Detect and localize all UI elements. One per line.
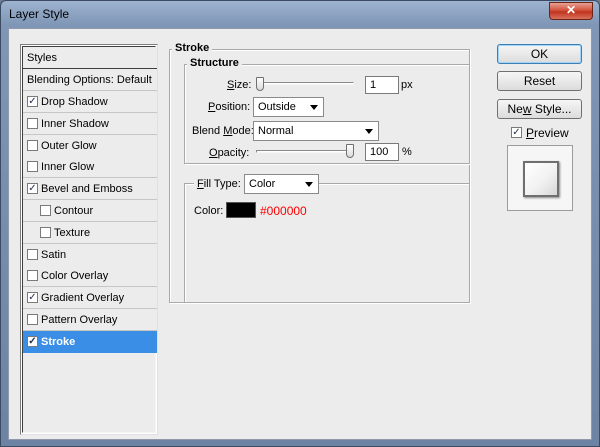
style-item-label: Stroke xyxy=(41,335,76,348)
style-item-contour[interactable]: Contour xyxy=(23,200,157,222)
style-item-pattern-overlay[interactable]: Pattern Overlay xyxy=(23,309,157,331)
color-label: Color: xyxy=(194,205,224,217)
opacity-input[interactable] xyxy=(365,143,399,161)
blending-options-item[interactable]: Blending Options: Default xyxy=(23,69,157,91)
preview-label-rest: review xyxy=(534,126,569,140)
checkbox[interactable] xyxy=(40,205,51,216)
style-item-gradient-overlay[interactable]: ✓ Gradient Overlay xyxy=(23,287,157,310)
dialog-body: Styles Blending Options: Default ✓ Drop S… xyxy=(8,28,592,440)
blend-mode-value: Normal xyxy=(258,125,294,137)
checkbox[interactable]: ✓ xyxy=(27,183,38,195)
style-item-stroke[interactable]: ✓ Stroke xyxy=(23,330,157,353)
close-icon: ✕ xyxy=(565,3,577,17)
style-item-texture[interactable]: Texture xyxy=(23,221,157,244)
size-label-rest: ize: xyxy=(234,79,252,91)
checkbox[interactable] xyxy=(27,139,38,151)
position-select[interactable]: Outside xyxy=(253,97,324,117)
preview-label: Preview xyxy=(526,126,569,140)
style-item-label: Pattern Overlay xyxy=(41,314,118,326)
style-item-inner-shadow[interactable]: Inner Shadow xyxy=(23,112,157,135)
layer-style-dialog: Layer Style ✕ Styles Blending Options: D… xyxy=(0,0,600,447)
styles-header[interactable]: Styles xyxy=(23,47,157,69)
opacity-label: Opacity: xyxy=(209,147,249,159)
blend-mode-label: Blend Mode: xyxy=(192,125,254,137)
preview-label-key: P xyxy=(526,126,535,140)
new-style-label-rest: Style... xyxy=(531,102,572,116)
style-item-label: Satin xyxy=(41,248,67,261)
style-item-color-overlay[interactable]: Color Overlay xyxy=(23,265,157,288)
color-swatch[interactable] xyxy=(226,202,256,218)
size-slider-handle[interactable] xyxy=(256,77,264,91)
fill-type-select[interactable]: Color xyxy=(244,174,319,194)
preview-checkbox[interactable]: ✓ xyxy=(511,127,522,138)
style-item-label: Color Overlay xyxy=(41,270,109,283)
chevron-down-icon xyxy=(365,129,373,134)
style-item-label: Texture xyxy=(54,226,91,239)
chevron-down-icon xyxy=(305,182,313,187)
style-item-label: Drop Shadow xyxy=(41,96,108,108)
preview-swatch xyxy=(523,161,559,197)
checkbox[interactable]: ✓ xyxy=(27,335,38,347)
checkbox[interactable] xyxy=(27,270,38,282)
style-item-label: Inner Shadow xyxy=(41,117,109,130)
fill-type-label: Fill Type: xyxy=(194,178,244,190)
blending-options-label: Blending Options: Default xyxy=(27,74,152,86)
title-bar[interactable]: Layer Style ✕ xyxy=(1,1,599,27)
stroke-section-title: Stroke xyxy=(172,42,213,54)
ok-button[interactable]: OK xyxy=(497,44,582,64)
style-item-label: Inner Glow xyxy=(41,161,95,174)
styles-header-label: Styles xyxy=(27,52,57,64)
close-button[interactable]: ✕ xyxy=(549,2,593,20)
fill-type-label-key: F xyxy=(197,178,204,190)
style-item-label: Gradient Overlay xyxy=(41,292,125,305)
checkbox[interactable] xyxy=(40,226,51,238)
style-item-drop-shadow[interactable]: ✓ Drop Shadow xyxy=(23,91,157,113)
blend-mode-label-rest: ode: xyxy=(232,125,254,137)
preview-thumbnail xyxy=(507,145,573,211)
new-style-label-pre: Ne xyxy=(507,102,523,116)
position-label-rest: osition: xyxy=(215,101,251,113)
checkbox[interactable] xyxy=(27,314,38,325)
blend-mode-select[interactable]: Normal xyxy=(253,121,379,141)
checkbox[interactable] xyxy=(27,248,38,260)
style-item-outer-glow[interactable]: Outer Glow xyxy=(23,134,157,157)
checkbox[interactable]: ✓ xyxy=(27,292,38,304)
fill-type-label-rest: ill Type: xyxy=(203,178,241,190)
styles-list: Styles Blending Options: Default ✓ Drop S… xyxy=(20,44,158,435)
opacity-label-rest: pacity: xyxy=(217,147,250,159)
size-unit: px xyxy=(401,79,413,91)
window-title: Layer Style xyxy=(9,7,70,21)
reset-button-label: Reset xyxy=(523,74,556,88)
chevron-down-icon xyxy=(310,105,318,110)
color-hex-value: #000000 xyxy=(260,204,307,218)
checkbox[interactable]: ✓ xyxy=(27,96,38,107)
style-item-label: Contour xyxy=(54,205,94,217)
style-item-satin[interactable]: Satin xyxy=(23,243,157,266)
size-label: Size: xyxy=(227,79,251,91)
ok-button-label: OK xyxy=(530,47,549,61)
blend-mode-label-key: M xyxy=(223,125,233,137)
style-item-bevel-and-emboss[interactable]: ✓ Bevel and Emboss xyxy=(23,178,157,201)
new-style-button[interactable]: New Style... xyxy=(497,99,582,119)
style-item-inner-glow[interactable]: Inner Glow xyxy=(23,156,157,179)
fill-type-group xyxy=(184,183,470,303)
position-value: Outside xyxy=(258,101,296,113)
style-item-label: Outer Glow xyxy=(41,139,97,152)
styles-list-frame: Styles Blending Options: Default ✓ Drop S… xyxy=(22,46,157,433)
style-item-label: Bevel and Emboss xyxy=(41,183,133,196)
opacity-label-key: O xyxy=(209,147,218,159)
opacity-slider-handle[interactable] xyxy=(346,144,354,158)
blend-mode-label-pre: Blend xyxy=(192,125,224,137)
position-label: Position: xyxy=(208,101,250,113)
checkbox[interactable] xyxy=(27,161,38,173)
size-input[interactable] xyxy=(365,76,399,94)
opacity-unit: % xyxy=(402,146,412,158)
structure-section-title: Structure xyxy=(187,57,242,69)
reset-button[interactable]: Reset xyxy=(497,71,582,91)
size-slider[interactable] xyxy=(256,82,354,85)
checkbox[interactable] xyxy=(27,117,38,129)
fill-type-value: Color xyxy=(249,178,276,190)
new-style-label-key: w xyxy=(522,102,532,116)
opacity-slider[interactable] xyxy=(256,150,354,153)
